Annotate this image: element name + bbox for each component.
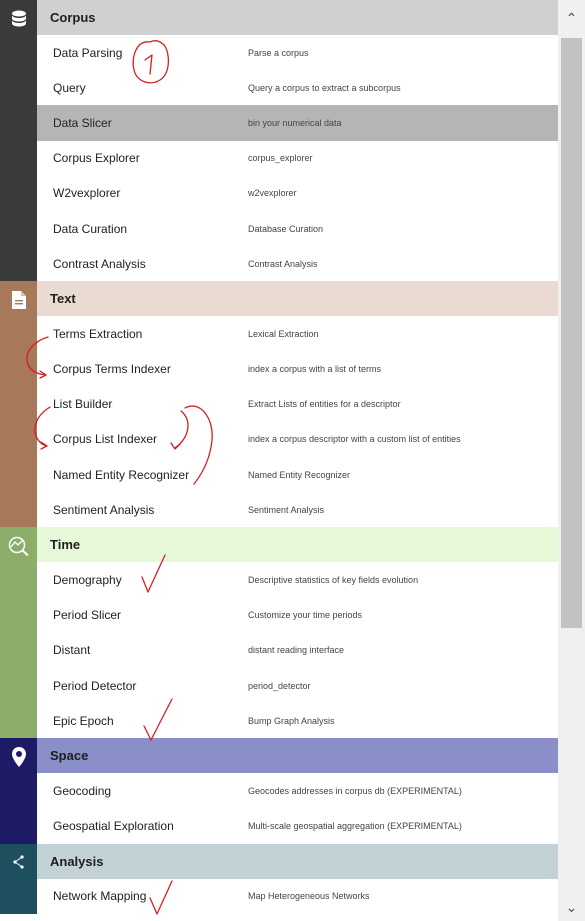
menu-item-name: Geocoding	[53, 783, 112, 798]
section-title: Text	[50, 291, 76, 307]
menu-item-description: Extract Lists of entities for a descript…	[248, 399, 401, 410]
section-analysis: Analysis Network Mapping Map Heterogeneous…	[0, 843, 558, 914]
menu-item-name: Period Detector	[53, 678, 137, 693]
menu-item-period-detector[interactable]: Period Detector period_detector	[37, 668, 558, 704]
section-color-bar	[0, 0, 37, 282]
menu-item-name: Data Slicer	[53, 115, 112, 130]
menu-item-description: Descriptive statistics of key fields evo…	[248, 575, 419, 586]
section-color-bar	[0, 281, 37, 528]
section-title: Space	[50, 748, 89, 764]
menu-item-name: Query	[53, 80, 86, 95]
section-title: Corpus	[50, 10, 96, 25]
section-header[interactable]: Time	[37, 527, 558, 563]
menu-item-geocoding[interactable]: Geocoding Geocodes addresses in corpus db…	[37, 773, 558, 809]
scrollbar-thumb[interactable]	[561, 38, 582, 628]
menu-item-description: Bump Graph Analysis	[248, 715, 335, 726]
section-text: Text Terms Extraction Lexical Extraction Co…	[0, 281, 558, 528]
tool-menu: Corpus Data Parsing Parse a corpus Query Que…	[0, 0, 558, 921]
menu-item-description: distant reading interface	[248, 645, 345, 656]
section-header[interactable]: Space	[37, 738, 558, 774]
document-icon	[0, 281, 37, 318]
menu-item-description: index a corpus with a list of terms	[248, 364, 382, 375]
menu-item-description: period_detector	[248, 680, 311, 691]
section-color-bar	[0, 527, 37, 739]
menu-item-description: Customize your time periods	[248, 610, 363, 621]
menu-item-distant[interactable]: Distant distant reading interface	[37, 632, 558, 668]
section-title: Time	[50, 537, 81, 553]
menu-item-name: Corpus Explorer	[53, 151, 140, 166]
scroll-down-button[interactable]: ⌄	[558, 893, 585, 921]
menu-item-name: Corpus Terms Indexer	[53, 362, 171, 377]
menu-item-corpus-terms-indexer[interactable]: Corpus Terms Indexer index a corpus with …	[37, 351, 558, 387]
chevron-down-icon: ⌄	[565, 898, 578, 915]
menu-item-terms-extraction[interactable]: Terms Extraction Lexical Extraction	[37, 316, 558, 352]
menu-item-data-curation[interactable]: Data Curation Database Curation	[37, 210, 558, 247]
menu-item-list-builder[interactable]: List Builder Extract Lists of entities fo…	[37, 386, 558, 422]
database-icon	[0, 0, 37, 37]
map-pin-icon	[0, 738, 37, 775]
menu-item-corpus-explorer[interactable]: Corpus Explorer corpus_explorer	[37, 140, 558, 176]
section-time: Time Demography Descriptive statistics of …	[0, 527, 558, 739]
menu-item-data-slicer[interactable]: Data Slicer bin your numerical data	[37, 105, 558, 141]
menu-item-corpus-list-indexer[interactable]: Corpus List Indexer index a corpus descri…	[37, 421, 558, 458]
menu-item-description: Sentiment Analysis	[248, 504, 325, 515]
section-header[interactable]: Analysis	[37, 843, 558, 879]
menu-item-period-slicer[interactable]: Period Slicer Customize your time periods	[37, 597, 558, 633]
menu-item-name: Corpus List Indexer	[53, 432, 158, 447]
menu-item-description: Geocodes addresses in corpus db (EXPERIM…	[248, 785, 462, 796]
menu-item-w2vexplorer[interactable]: W2vexplorer w2vexplorer	[37, 175, 558, 211]
menu-item-description: Multi-scale geospatial aggregation (EXPE…	[248, 821, 462, 832]
menu-item-network-mapping[interactable]: Network Mapping Map Heterogeneous Network…	[37, 878, 558, 914]
section-color-bar	[0, 738, 37, 844]
menu-item-description: w2vexplorer	[248, 188, 297, 199]
menu-item-description: Map Heterogeneous Networks	[248, 891, 370, 902]
menu-item-name: Distant	[53, 643, 91, 658]
section-header[interactable]: Text	[37, 281, 558, 317]
menu-item-epic-epoch[interactable]: Epic Epoch Bump Graph Analysis	[37, 703, 558, 739]
menu-item-contrast-analysis[interactable]: Contrast Analysis Contrast Analysis	[37, 246, 558, 282]
menu-item-name: Demography	[53, 573, 122, 588]
menu-item-data-parsing[interactable]: Data Parsing Parse a corpus	[37, 35, 558, 71]
section-header[interactable]: Corpus	[37, 0, 558, 35]
section-space: Space Geocoding Geocodes addresses in corp…	[0, 738, 558, 844]
vertical-scrollbar[interactable]: ⌃ ⌄	[558, 0, 585, 921]
menu-item-sentiment-analysis[interactable]: Sentiment Analysis Sentiment Analysis	[37, 492, 558, 528]
menu-item-name: Period Slicer	[53, 608, 122, 623]
menu-item-name: Terms Extraction	[53, 326, 143, 341]
menu-item-name: List Builder	[53, 397, 113, 412]
menu-item-demography[interactable]: Demography Descriptive statistics of key …	[37, 562, 558, 598]
section-color-bar	[0, 843, 37, 914]
menu-item-named-entity-recognizer[interactable]: Named Entity Recognizer Named Entity Reco…	[37, 457, 558, 493]
menu-item-name: W2vexplorer	[53, 186, 121, 201]
menu-item-name: Epic Epoch	[53, 713, 114, 728]
menu-item-name: Named Entity Recognizer	[53, 467, 190, 482]
menu-item-name: Sentiment Analysis	[53, 502, 155, 517]
network-icon	[0, 844, 37, 881]
menu-item-description: bin your numerical data	[248, 117, 342, 128]
menu-item-name: Contrast Analysis	[53, 256, 146, 271]
menu-item-description: Lexical Extraction	[248, 328, 319, 339]
section-title: Analysis	[50, 853, 104, 869]
menu-item-name: Network Mapping	[53, 889, 147, 904]
menu-item-description: corpus_explorer	[248, 153, 313, 164]
scroll-up-button[interactable]: ⌃	[558, 0, 585, 37]
menu-item-query[interactable]: Query Query a corpus to extract a subcorp…	[37, 70, 558, 106]
section-corpus: Corpus Data Parsing Parse a corpus Query Que…	[0, 0, 558, 282]
menu-item-description: Named Entity Recognizer	[248, 469, 351, 480]
menu-item-description: Database Curation	[248, 223, 324, 234]
menu-item-name: Geospatial Exploration	[53, 819, 174, 834]
menu-item-name: Data Curation	[53, 221, 128, 236]
chevron-up-icon: ⌃	[565, 10, 578, 26]
menu-item-description: Query a corpus to extract a subcorpus	[248, 82, 401, 93]
trend-search-icon	[0, 527, 37, 564]
menu-item-geospatial-exploration[interactable]: Geospatial Exploration Multi-scale geospa…	[37, 808, 558, 844]
menu-item-description: Parse a corpus	[248, 47, 309, 58]
menu-item-description: Contrast Analysis	[248, 258, 318, 269]
menu-item-name: Data Parsing	[53, 45, 123, 60]
menu-item-description: index a corpus descriptor with a custom …	[248, 434, 461, 445]
